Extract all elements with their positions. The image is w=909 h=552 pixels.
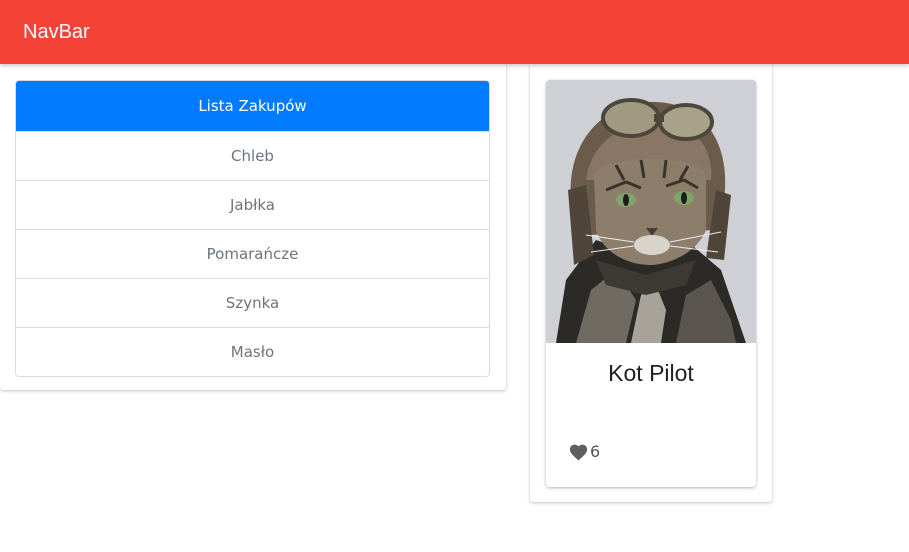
cat-card: Kot Pilot 6 <box>546 80 756 487</box>
list-item[interactable]: Pomarańcze <box>16 229 489 278</box>
card-title: Kot Pilot <box>608 360 694 386</box>
navbar-brand[interactable]: NavBar <box>23 19 90 45</box>
list-item[interactable]: Masło <box>16 327 489 376</box>
heart-icon[interactable] <box>568 442 589 461</box>
cat-pilot-image <box>546 80 756 343</box>
likes[interactable]: 6 <box>568 440 600 462</box>
list-item[interactable]: Chleb <box>16 131 489 180</box>
shopping-list-header[interactable]: Lista Zakupów <box>16 81 489 131</box>
list-item[interactable]: Szynka <box>16 278 489 327</box>
card-panel: Kot Pilot 6 <box>530 64 772 502</box>
shopping-list: Lista Zakupów Chleb Jabłka Pomarańcze Sz… <box>15 80 490 377</box>
shopping-list-panel: Lista Zakupów Chleb Jabłka Pomarańcze Sz… <box>0 64 506 390</box>
list-item[interactable]: Jabłka <box>16 180 489 229</box>
like-count: 6 <box>590 441 601 461</box>
navbar: NavBar <box>0 0 909 64</box>
